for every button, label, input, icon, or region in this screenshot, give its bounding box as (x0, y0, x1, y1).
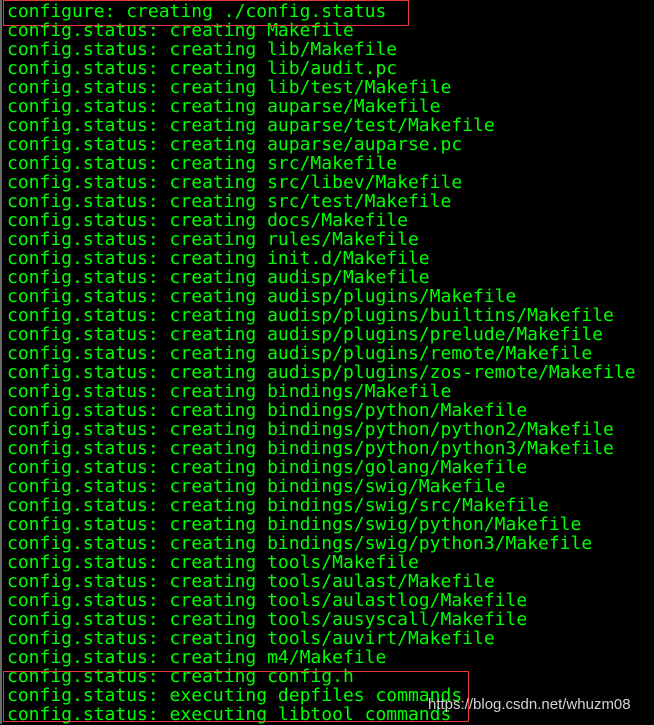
terminal-line: config.status: creating auparse/auparse.… (7, 134, 463, 155)
terminal-line: config.status: creating bindings/python/… (7, 400, 528, 421)
terminal-line: config.status: creating audisp/Makefile (7, 267, 430, 288)
highlight-box-final-steps (3, 671, 469, 722)
terminal-line: config.status: creating docs/Makefile (7, 210, 408, 231)
terminal-line: config.status: creating bindings/swig/Ma… (7, 476, 506, 497)
terminal-line: config.status: creating bindings/python/… (7, 438, 614, 459)
terminal-line: config.status: creating bindings/swig/py… (7, 533, 593, 554)
terminal-line: config.status: creating lib/audit.pc (7, 58, 398, 79)
terminal-line: config.status: creating src/libev/Makefi… (7, 172, 463, 193)
terminal-line: config.status: creating bindings/swig/sr… (7, 495, 549, 516)
terminal-line: config.status: creating tools/aulastlog/… (7, 590, 528, 611)
terminal-window: configure: creating ./config.status confi… (0, 0, 654, 724)
terminal-line: config.status: creating tools/aulast/Mak… (7, 571, 495, 592)
terminal-line: config.status: creating init.d/Makefile (7, 248, 430, 269)
terminal-line: config.status: creating audisp/plugins/M… (7, 286, 517, 307)
terminal-line: config.status: creating src/Makefile (7, 153, 398, 174)
terminal-line: config.status: creating bindings/Makefil… (7, 381, 452, 402)
terminal-line: config.status: creating audisp/plugins/r… (7, 343, 593, 364)
terminal-line: config.status: creating rules/Makefile (7, 229, 419, 250)
terminal-line: config.status: creating tools/Makefile (7, 552, 419, 573)
terminal-line: config.status: creating src/test/Makefil… (7, 191, 452, 212)
terminal-line: config.status: creating audisp/plugins/p… (7, 324, 604, 345)
terminal-line: config.status: creating lib/Makefile (7, 39, 398, 60)
watermark: https://blog.csdn.net/whuzm08 (428, 696, 631, 713)
terminal-line: config.status: creating audisp/plugins/b… (7, 305, 614, 326)
terminal-line: config.status: creating auparse/Makefile (7, 96, 441, 117)
terminal-line: config.status: creating bindings/golang/… (7, 457, 528, 478)
terminal-line: config.status: creating tools/ausyscall/… (7, 609, 528, 630)
terminal-line: config.status: creating tools/auvirt/Mak… (7, 628, 495, 649)
terminal-line: config.status: creating bindings/swig/py… (7, 514, 582, 535)
terminal-line: config.status: creating auparse/test/Mak… (7, 115, 495, 136)
terminal-line: config.status: creating audisp/plugins/z… (7, 362, 636, 383)
terminal-line: config.status: creating lib/test/Makefil… (7, 77, 452, 98)
terminal-line: config.status: creating bindings/python/… (7, 419, 614, 440)
highlight-box-configure (3, 0, 409, 26)
terminal-line: config.status: creating m4/Makefile (7, 647, 387, 668)
